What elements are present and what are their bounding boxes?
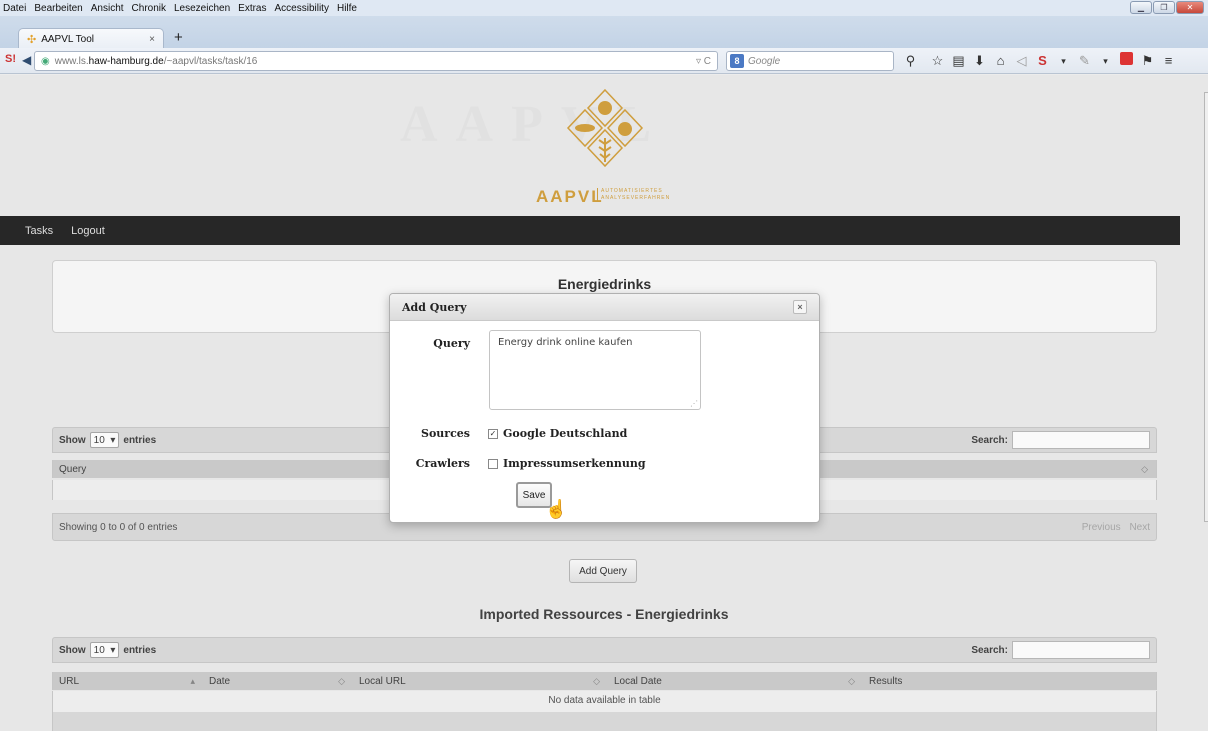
menu-hilfe[interactable]: Hilfe (334, 3, 362, 14)
pen-icon[interactable]: ✎ (1074, 51, 1095, 71)
menu-bearbeiten[interactable]: Bearbeiten (31, 3, 87, 14)
addon-badge-icon[interactable]: ⚑ (1137, 51, 1158, 71)
bookmark-star-icon[interactable]: ☆ (927, 51, 948, 71)
source-google-deutschland[interactable]: ✓ Google Deutschland (488, 427, 627, 440)
menu-chronik[interactable]: Chronik (129, 3, 171, 14)
addon-red-square-icon[interactable] (1116, 51, 1137, 71)
reload-icon[interactable]: ▿ C (696, 56, 711, 67)
download-icon[interactable]: ⬇ (969, 51, 990, 71)
menu-accessibility[interactable]: Accessibility (272, 3, 334, 14)
hamburger-menu-icon[interactable]: ≡ (1158, 51, 1179, 71)
resize-grip-icon[interactable]: ⋰ (690, 399, 698, 408)
search-go-icon[interactable]: ⚲ (900, 51, 921, 71)
search-bar[interactable]: 8 Google (726, 51, 894, 71)
window-close-icon[interactable]: ✕ (1176, 1, 1204, 14)
query-label: Query (433, 337, 470, 350)
sources-label: Sources (421, 427, 470, 440)
source-label: Google Deutschland (503, 427, 628, 440)
tab-strip: ✣ AAPVL Tool × + (0, 16, 1208, 50)
addon-s-icon[interactable]: S! (5, 53, 16, 65)
window-controls: ▁ ❐ ✕ (1130, 1, 1204, 14)
home-icon[interactable]: ⌂ (990, 51, 1011, 71)
url-path: /~aapvl/tasks/task/16 (163, 55, 258, 67)
navigation-toolbar: S! ◀ ◉ www.ls. haw-hamburg.de/~aapvl/task… (0, 48, 1208, 74)
bookmarks-list-icon[interactable]: ▤ (948, 51, 969, 71)
modal-close-icon[interactable]: × (793, 300, 807, 314)
browser-tab[interactable]: ✣ AAPVL Tool × (18, 28, 164, 50)
minimize-icon[interactable]: ▁ (1130, 1, 1152, 14)
crawler-label: Impressumserkennung (503, 457, 646, 470)
modal-header: Add Query × (390, 294, 819, 321)
globe-icon: ◉ (41, 55, 50, 67)
search-engine-icon[interactable]: 8 (730, 54, 744, 68)
menu-extras[interactable]: Extras (235, 3, 271, 14)
dropdown-icon-2[interactable]: ▾ (1095, 51, 1116, 71)
query-textarea[interactable]: Energy drink online kaufen ⋰ (489, 330, 701, 410)
send-icon[interactable]: ◁ (1011, 51, 1032, 71)
favicon-icon: ✣ (27, 34, 37, 46)
browser-menubar: Datei Bearbeiten Ansicht Chronik Lesezei… (0, 0, 1208, 16)
url-bar[interactable]: ◉ www.ls. haw-hamburg.de/~aapvl/tasks/tas… (34, 51, 718, 71)
dropdown-icon[interactable]: ▾ (1053, 51, 1074, 71)
tab-close-icon[interactable]: × (149, 34, 155, 45)
toolbar-icons: ⚲ ☆ ▤ ⬇ ⌂ ◁ S ▾ ✎ ▾ ⚑ ≡ (900, 51, 1179, 71)
add-query-modal: Add Query × Query Energy drink online ka… (389, 293, 820, 523)
menu-datei[interactable]: Datei (0, 3, 31, 14)
url-host: haw-hamburg.de (88, 55, 164, 67)
menu-lesezeichen[interactable]: Lesezeichen (171, 3, 235, 14)
menu-ansicht[interactable]: Ansicht (88, 3, 129, 14)
url-prefix: www.ls. (54, 55, 89, 67)
hand-cursor-icon: ☝ (545, 499, 568, 519)
modal-title: Add Query (402, 300, 467, 314)
query-value: Energy drink online kaufen (498, 337, 633, 348)
tab-title: AAPVL Tool (41, 34, 95, 45)
crawlers-label: Crawlers (415, 457, 470, 470)
search-placeholder: Google (748, 55, 781, 67)
back-arrow-icon[interactable]: ◀ (22, 53, 31, 67)
restore-icon[interactable]: ❐ (1153, 1, 1175, 14)
checkbox-unchecked-icon[interactable] (488, 458, 498, 469)
addon-s-red-icon[interactable]: S (1032, 51, 1053, 71)
new-tab-button[interactable]: + (174, 29, 183, 46)
crawler-impressumserkennung[interactable]: Impressumserkennung (488, 457, 646, 470)
checkbox-checked-icon[interactable]: ✓ (488, 428, 498, 439)
